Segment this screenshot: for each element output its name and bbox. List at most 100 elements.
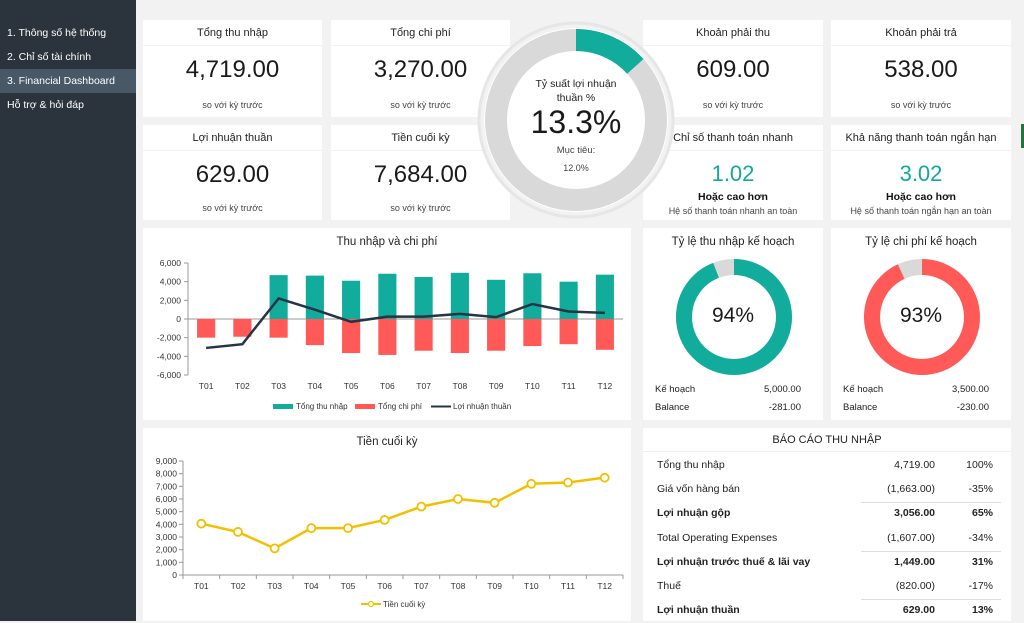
ending-cash-point [379,515,390,525]
y-tick-label: 2,000 [160,295,182,305]
expense-bar [450,319,469,354]
plan-income-card: Tỷ lệ thu nhập kế hoạch 94% Kế hoạch 5,0… [643,228,823,420]
x-tick-label: T03 [267,581,282,591]
report-table: Tổng thu nhập 4,719.00 100% Giá vốn hàng b… [643,454,1011,623]
plan-label: Kế hoạch [655,384,696,395]
expense-bar [523,319,542,347]
row-pct: -35% [968,483,993,496]
ending-cash-point [306,523,317,534]
expense-bar [595,319,614,350]
income-statement-card: BÁO CÁO THU NHẬP Tổng thu nhập 4,719.00 10… [643,428,1011,621]
balance-label: Balance [843,402,878,413]
kpi-sub: so với kỳ trước [202,203,263,213]
sidebar-item-financial-dashboard[interactable]: 3. Financial Dashboard [0,69,136,93]
income-expense-chart-card: Thu nhập và chi phí 6,000 4,000 2,000 0 -2,0… [143,228,631,420]
report-row: Lợi nhuận thuần 629.00 13% [643,599,1011,623]
x-tick-label: T08 [451,581,466,591]
row-label: Total Operating Expenses [657,531,778,544]
income-bar [487,279,506,319]
row-label: Lợi nhuận thuần [657,604,740,617]
sidebar-item-help[interactable]: Hỗ trợ & hỏi đáp [0,93,136,117]
kpi-sub: so với kỳ trước [202,100,263,110]
kpi-value: 4,719.00 [185,56,280,83]
income-bar [342,280,361,319]
income-bar [523,273,542,319]
x-tick-label: T04 [308,381,323,391]
x-tick-label: T06 [380,381,395,391]
kpi-sub: so với kỳ trước [890,100,952,110]
expense-bar [487,319,506,351]
x-tick-label: T08 [453,381,468,391]
y-tick-label: 4,000 [156,519,178,529]
x-tick-label: T12 [597,581,612,591]
row-label: Tổng thu nhập [657,459,725,471]
plan-value: 5,000.00 [764,384,801,395]
expense-bar [559,319,578,345]
x-tick-label: T05 [341,581,356,591]
ending-cash-point [343,523,353,534]
y-tick-label: 6,000 [160,258,182,268]
ending-cash-point [233,527,243,537]
row-value: 3,056.00 [894,507,935,520]
expense-bar [233,319,252,337]
sidebar-item-financial-indicators[interactable]: 2. Chỉ số tài chính [0,45,136,69]
kpi-total-income: Tổng thu nhập 4,719.00 so với kỳ trước [143,20,322,117]
report-row: Tổng thu nhập 4,719.00 100% [643,454,1011,478]
ending-cash-point [599,472,610,483]
row-value: (820.00) [895,579,935,592]
legend-cash-marker [367,600,375,608]
y-tick-label: -2,000 [157,333,181,343]
expense-bar [305,319,324,346]
row-label: Lợi nhuận trước thuế & lãi vay [657,555,811,568]
row-pct: 31% [971,555,993,568]
y-tick-label: 0 [176,314,181,324]
plan-label: Kế hoạch [843,384,884,395]
legend-expense-swatch [355,404,375,409]
x-tick-label: T11 [561,581,575,591]
ending-cash-point [489,497,500,508]
x-tick-label: T10 [524,581,539,591]
net-profit-line [205,297,605,350]
kpi-value: 3.02 [899,161,943,186]
x-tick-label: T05 [344,381,359,391]
x-tick-label: T06 [377,581,392,591]
sidebar-item-system-params[interactable]: 1. Thông số hệ thống [0,21,136,45]
plan-row: Kế hoạch 5,000.00 [655,384,811,400]
plan-value: 3,500.00 [952,384,989,395]
expense-bar [269,319,288,338]
x-tick-label: T07 [416,381,431,391]
kpi-title: Tổng thu nhập [143,20,322,46]
balance-row: Balance -230.00 [843,402,999,418]
balance-label: Balance [655,402,690,413]
ending-cash-line [201,476,605,550]
x-tick-label: T02 [231,581,246,591]
income-bar [378,273,397,319]
net-margin-gauge: Tỷ suất lợi nhuận thuần % 13.3% Mục tiêu… [476,20,676,220]
balance-value: -281.00 [768,402,801,413]
ending-cash-point [526,478,537,489]
row-pct: 13% [971,604,993,617]
y-tick-label: 0 [172,570,177,580]
balance-row: Balance -281.00 [655,402,811,418]
x-tick-label: T11 [562,381,576,391]
y-tick-label: 1,000 [156,557,178,567]
plan-expense-card: Tỷ lệ chi phí kế hoạch 93% Kế hoạch 3,50… [831,228,1011,420]
x-tick-label: T12 [598,381,613,391]
x-tick-label: T04 [304,581,319,591]
income-bar [414,277,433,319]
y-tick-label: 8,000 [156,469,178,479]
x-tick-label: T09 [487,581,502,591]
x-tick-label: T01 [199,381,214,391]
x-tick-label: T01 [194,581,209,591]
ending-cash-point [453,494,463,504]
row-label: Lợi nhuận gộp [657,507,731,520]
row-value: 629.00 [902,604,935,617]
row-value: (1,663.00) [887,483,935,496]
kpi-net-profit: Lợi nhuận thuần 629.00 so với kỳ trước [143,125,322,220]
kpi-sub: Hệ số thanh toán ngắn hạn an toàn [850,206,992,216]
expense-bar [414,319,433,351]
report-title: BÁO CÁO THU NHẬP [643,428,1011,452]
income-bar [269,275,288,319]
x-tick-label: T10 [525,381,540,391]
ending-cash-point [563,477,573,488]
